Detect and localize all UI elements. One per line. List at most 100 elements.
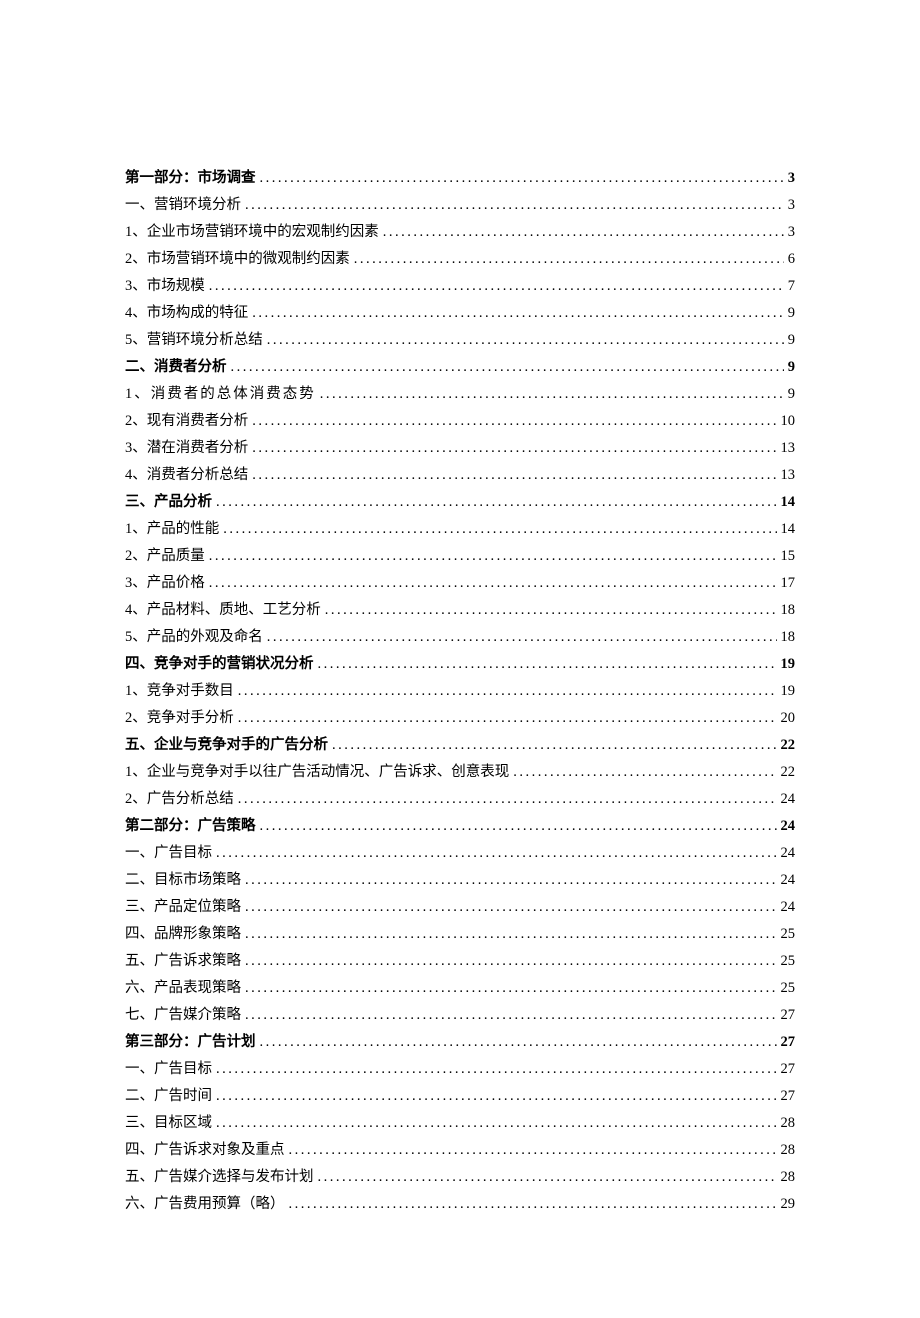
toc-entry: 四、竞争对手的营销状况分析 19 (125, 651, 795, 678)
toc-entry-title: 4、消费者分析总结 (125, 462, 248, 489)
toc-entry-page: 19 (781, 651, 796, 678)
toc-entry-title: 5、产品的外观及命名 (125, 624, 263, 651)
toc-leader-dots (216, 1083, 777, 1110)
toc-entry-page: 13 (781, 435, 796, 462)
toc-entry-page: 9 (788, 381, 795, 408)
toc-entry-title: 1、企业与竞争对手以往广告活动情况、广告诉求、创意表现 (125, 759, 509, 786)
toc-leader-dots (245, 948, 777, 975)
toc-leader-dots (289, 1137, 777, 1164)
toc-entry: 五、广告诉求策略 25 (125, 948, 795, 975)
toc-entry-page: 10 (781, 408, 796, 435)
toc-entry-page: 6 (788, 246, 795, 273)
toc-leader-dots (216, 489, 777, 516)
toc-entry: 六、广告费用预算（略） 29 (125, 1191, 795, 1218)
toc-entry-page: 24 (781, 894, 796, 921)
toc-entry-title: 第一部分：市场调查 (125, 165, 256, 192)
toc-entry-page: 15 (781, 543, 796, 570)
toc-leader-dots (245, 894, 777, 921)
toc-entry-title: 2、现有消费者分析 (125, 408, 248, 435)
toc-entry-page: 24 (781, 786, 796, 813)
toc-entry-page: 3 (788, 192, 795, 219)
toc-entry-title: 1、竞争对手数目 (125, 678, 234, 705)
toc-entry-page: 9 (788, 354, 795, 381)
toc-entry: 五、企业与竞争对手的广告分析22 (125, 732, 795, 759)
toc-entry-page: 28 (781, 1137, 796, 1164)
toc-entry-title: 一、广告目标 (125, 840, 212, 867)
toc-entry-title: 六、广告费用预算（略） (125, 1191, 285, 1218)
toc-entry-title: 4、市场构成的特征 (125, 300, 248, 327)
toc-leader-dots (332, 732, 777, 759)
toc-leader-dots (238, 678, 777, 705)
toc-entry-title: 4、产品材料、质地、工艺分析 (125, 597, 321, 624)
toc-entry: 三、目标区域28 (125, 1110, 795, 1137)
toc-entry-title: 二、消费者分析 (125, 354, 227, 381)
toc-leader-dots (223, 516, 776, 543)
toc-leader-dots (216, 1056, 777, 1083)
toc-entry-page: 7 (788, 273, 795, 300)
toc-entry-page: 14 (781, 516, 796, 543)
toc-leader-dots (238, 786, 777, 813)
toc-entry: 二、目标市场策略24 (125, 867, 795, 894)
toc-entry-page: 25 (781, 921, 796, 948)
toc-leader-dots (260, 813, 777, 840)
toc-entry-page: 27 (781, 1083, 796, 1110)
toc-entry-title: 2、广告分析总结 (125, 786, 234, 813)
toc-entry-page: 29 (781, 1191, 796, 1218)
toc-entry-title: 3、市场规模 (125, 273, 205, 300)
toc-entry-page: 18 (781, 597, 796, 624)
toc-leader-dots (245, 867, 777, 894)
toc-entry: 第三部分：广告计划27 (125, 1029, 795, 1056)
toc-entry-title: 三、目标区域 (125, 1110, 212, 1137)
toc-leader-dots (325, 597, 777, 624)
document-page: 第一部分：市场调查3一、营销环境分析31、企业市场营销环境中的宏观制约因素32、… (0, 0, 920, 1318)
toc-entry: 2、竞争对手分析20 (125, 705, 795, 732)
toc-entry: 四、广告诉求对象及重点28 (125, 1137, 795, 1164)
toc-leader-dots (260, 1029, 777, 1056)
toc-entry-page: 9 (788, 327, 795, 354)
toc-leader-dots (354, 246, 784, 273)
toc-entry: 2、现有消费者分析 10 (125, 408, 795, 435)
toc-entry-title: 一、广告目标 (125, 1056, 212, 1083)
table-of-contents: 第一部分：市场调查3一、营销环境分析31、企业市场营销环境中的宏观制约因素32、… (125, 165, 795, 1218)
toc-entry: 4、市场构成的特征9 (125, 300, 795, 327)
toc-leader-dots (245, 921, 777, 948)
toc-entry-page: 27 (781, 1002, 796, 1029)
toc-entry-page: 18 (781, 624, 796, 651)
toc-entry: 5、产品的外观及命名 18 (125, 624, 795, 651)
toc-entry-page: 22 (781, 759, 796, 786)
toc-entry-page: 28 (781, 1164, 796, 1191)
toc-entry-title: 一、营销环境分析 (125, 192, 241, 219)
toc-entry-page: 24 (781, 813, 796, 840)
toc-leader-dots (209, 570, 777, 597)
toc-leader-dots (216, 1110, 777, 1137)
toc-entry-title: 五、广告诉求策略 (125, 948, 241, 975)
toc-entry-title: 二、广告时间 (125, 1083, 212, 1110)
toc-leader-dots (252, 408, 776, 435)
toc-entry: 三、产品分析14 (125, 489, 795, 516)
toc-leader-dots (245, 1002, 777, 1029)
toc-entry-title: 三、产品分析 (125, 489, 212, 516)
toc-entry-title: 2、市场营销环境中的微观制约因素 (125, 246, 350, 273)
toc-entry: 四、品牌形象策略25 (125, 921, 795, 948)
toc-leader-dots (383, 219, 784, 246)
toc-entry-page: 3 (788, 219, 795, 246)
toc-entry-title: 五、企业与竞争对手的广告分析 (125, 732, 328, 759)
toc-entry: 一、广告目标 27 (125, 1056, 795, 1083)
toc-entry-page: 25 (781, 948, 796, 975)
toc-entry: 1、产品的性能14 (125, 516, 795, 543)
toc-entry-title: 四、竞争对手的营销状况分析 (125, 651, 314, 678)
toc-entry: 1、消费者的总体消费态势9 (125, 381, 795, 408)
toc-entry-title: 二、目标市场策略 (125, 867, 241, 894)
toc-leader-dots (318, 1164, 777, 1191)
toc-leader-dots (209, 273, 784, 300)
toc-entry-title: 5、营销环境分析总结 (125, 327, 263, 354)
toc-entry: 3、产品价格17 (125, 570, 795, 597)
toc-entry-page: 17 (781, 570, 796, 597)
toc-entry: 六、产品表现策略25 (125, 975, 795, 1002)
toc-leader-dots (231, 354, 784, 381)
toc-entry: 1、企业与竞争对手以往广告活动情况、广告诉求、创意表现 22 (125, 759, 795, 786)
toc-entry: 二、消费者分析 9 (125, 354, 795, 381)
toc-leader-dots (245, 975, 777, 1002)
toc-entry-page: 27 (781, 1056, 796, 1083)
toc-entry: 5、营销环境分析总结 9 (125, 327, 795, 354)
